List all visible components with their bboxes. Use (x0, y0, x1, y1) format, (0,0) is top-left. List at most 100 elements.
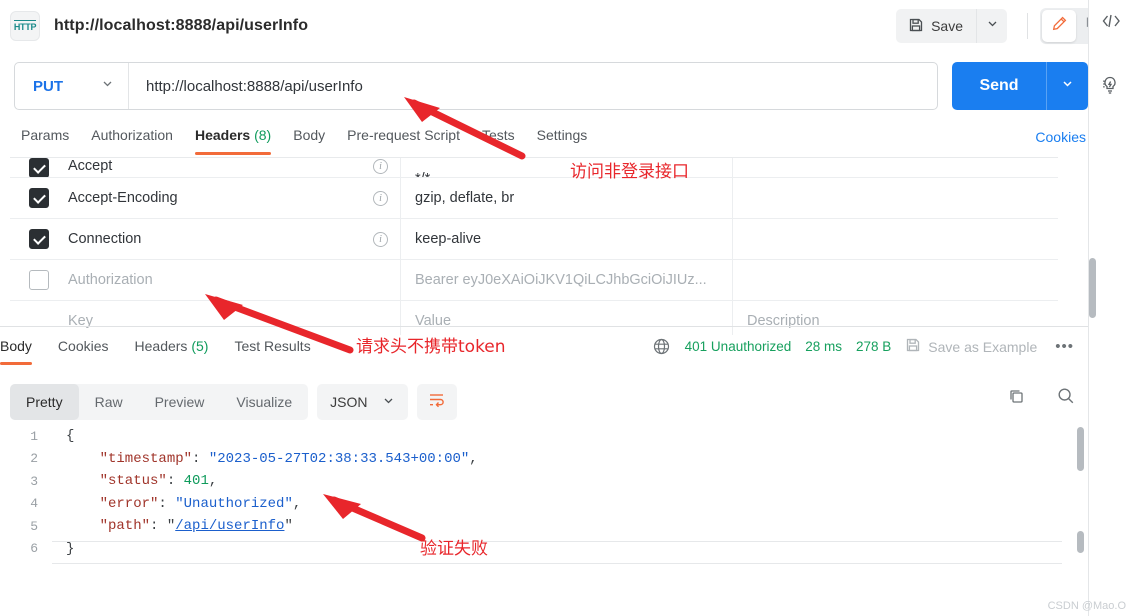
code-line-text: "status": 401, (66, 473, 218, 489)
response-separator (0, 326, 1088, 327)
lightbulb-icon (1100, 75, 1120, 100)
word-wrap-button[interactable] (416, 384, 457, 420)
postbot-button[interactable] (1095, 72, 1125, 102)
request-tab-authorization[interactable]: Authorization (80, 125, 184, 153)
http-protocol-badge: HTTP (10, 11, 40, 41)
cookies-link[interactable]: Cookies (1035, 129, 1086, 145)
new-header-value-input[interactable]: Value (400, 300, 732, 335)
response-tab-label: Test Results (234, 338, 311, 354)
request-scrollbar-thumb[interactable] (1089, 258, 1096, 318)
response-tab-body[interactable]: Body (0, 336, 45, 365)
response-tab-headers[interactable]: Headers (5) (122, 336, 222, 364)
send-button[interactable]: Send (952, 62, 1046, 110)
code-line-text: "path": "/api/userInfo" (66, 518, 293, 534)
code-line: 1{ (10, 425, 1072, 448)
save-options-caret[interactable] (977, 9, 1007, 43)
save-button[interactable]: Save (896, 9, 977, 43)
code-token-brace: { (66, 428, 75, 445)
url-input-container: PUT http://localhost:8888/api/userInfo (14, 62, 938, 110)
header-placeholder-row[interactable]: Key Value Description (10, 300, 1058, 335)
ellipsis-icon[interactable]: ••• (1051, 338, 1074, 355)
view-mode-raw[interactable]: Raw (79, 384, 139, 420)
header-key-cell[interactable]: Accept-Encoding i (68, 190, 400, 206)
header-key-cell[interactable]: Connection i (68, 231, 400, 247)
header-value-cell[interactable]: gzip, deflate, br (400, 177, 732, 219)
response-format-selector[interactable]: JSON (317, 384, 408, 420)
header-checkbox-cell (10, 158, 68, 177)
response-format-label: JSON (330, 394, 368, 410)
url-input[interactable]: http://localhost:8888/api/userInfo (129, 78, 363, 95)
send-options-caret[interactable] (1046, 62, 1088, 110)
code-line-number: 4 (30, 496, 38, 512)
code-token-p: : (158, 495, 176, 512)
request-tab-label: Body (293, 127, 326, 143)
http-method-selector[interactable]: PUT (15, 63, 129, 109)
info-icon[interactable]: i (373, 231, 388, 247)
response-tab-label: Cookies (57, 338, 109, 354)
header-enabled-checkbox[interactable] (29, 229, 49, 249)
view-mode-pretty[interactable]: Pretty (10, 384, 79, 420)
header-enabled-checkbox[interactable] (29, 188, 49, 208)
request-tab-headers[interactable]: Headers (8) (184, 125, 282, 155)
save-as-example-button[interactable]: Save as Example (905, 337, 1037, 356)
header-checkbox-cell (10, 188, 68, 208)
info-icon[interactable]: i (373, 158, 388, 174)
code-token-lnk[interactable]: /api/userInfo (175, 518, 284, 534)
headers-table: Accepti*/*Accept-Encodingigzip, deflate,… (10, 157, 1058, 335)
save-button-group: Save (896, 9, 1007, 43)
header-description-cell[interactable] (732, 218, 1058, 260)
http-badge-label: HTTP (13, 20, 37, 32)
header-value-cell[interactable]: keep-alive (400, 218, 732, 260)
request-tab-settings[interactable]: Settings (526, 125, 599, 153)
header-enabled-checkbox[interactable] (29, 158, 49, 177)
search-icon[interactable] (1056, 386, 1076, 411)
pencil-icon (1051, 15, 1068, 37)
chevron-down-icon (986, 17, 999, 35)
request-tab-title: http://localhost:8888/api/userInfo (54, 17, 309, 34)
request-tab-label: Headers (194, 127, 251, 143)
code-snippet-button[interactable] (1095, 8, 1125, 38)
header-row[interactable]: Connection i keep-alive (10, 218, 1058, 260)
header-key-cell[interactable]: Authorization (68, 272, 400, 288)
response-body-code[interactable]: 1{2 "timestamp": "2023-05-27T02:38:33.54… (10, 425, 1072, 565)
http-method-label: PUT (33, 77, 63, 95)
view-mode-visualize[interactable]: Visualize (220, 384, 308, 420)
header-description-cell[interactable] (732, 177, 1058, 219)
window-topbar: HTTP http://localhost:8888/api/userInfo … (0, 0, 1130, 52)
request-tab-tests[interactable]: Tests (471, 125, 526, 153)
header-row[interactable]: Accept-Encoding i gzip, deflate, br (10, 177, 1058, 219)
new-header-description-input[interactable]: Description (732, 300, 1058, 335)
header-key-text: Authorization (68, 272, 153, 288)
code-token-p: : (192, 450, 209, 467)
header-description-cell[interactable] (732, 158, 1058, 177)
header-key-text: Connection (68, 231, 142, 247)
request-tab-label: Params (21, 127, 70, 143)
response-scrollbar-thumb-lower[interactable] (1077, 531, 1084, 553)
header-row[interactable]: Authorization Bearer eyJ0eXAiOiJKV1QiLCJh… (10, 259, 1058, 301)
response-scrollbar-thumb[interactable] (1077, 427, 1084, 471)
header-row[interactable]: Accepti*/* (10, 158, 1058, 178)
copy-icon[interactable] (1007, 387, 1026, 411)
request-tab-params[interactable]: Params (10, 125, 80, 153)
edit-request-button[interactable] (1042, 10, 1076, 42)
header-key-cell[interactable]: Accept i (68, 158, 400, 174)
header-enabled-checkbox[interactable] (29, 270, 49, 290)
code-token-k: "timestamp" (66, 450, 193, 467)
info-icon[interactable]: i (373, 190, 388, 206)
view-mode-preview[interactable]: Preview (139, 384, 221, 420)
response-tab-test-results[interactable]: Test Results (221, 336, 323, 364)
code-line-text: { (66, 428, 74, 444)
code-token-p: : (150, 518, 167, 535)
response-tab-label: Headers (134, 338, 188, 354)
save-as-example-label: Save as Example (928, 338, 1038, 355)
request-tab-count: (8) (254, 127, 272, 143)
header-description-cell[interactable] (732, 259, 1058, 301)
code-line-number: 5 (30, 518, 38, 534)
header-value-cell[interactable]: Bearer eyJ0eXAiOiJKV1QiLCJhbGciOiJIUz... (400, 259, 732, 301)
request-tab-pre-request-script[interactable]: Pre-request Script (336, 125, 471, 153)
request-tab-body[interactable]: Body (282, 125, 336, 153)
code-token-s: "2023-05-27T02:38:33.543+00:00" (208, 450, 470, 467)
response-tab-cookies[interactable]: Cookies (45, 336, 122, 364)
code-line: 4 "error": "Unauthorized", (10, 493, 1072, 516)
response-body-actions (1007, 386, 1076, 411)
